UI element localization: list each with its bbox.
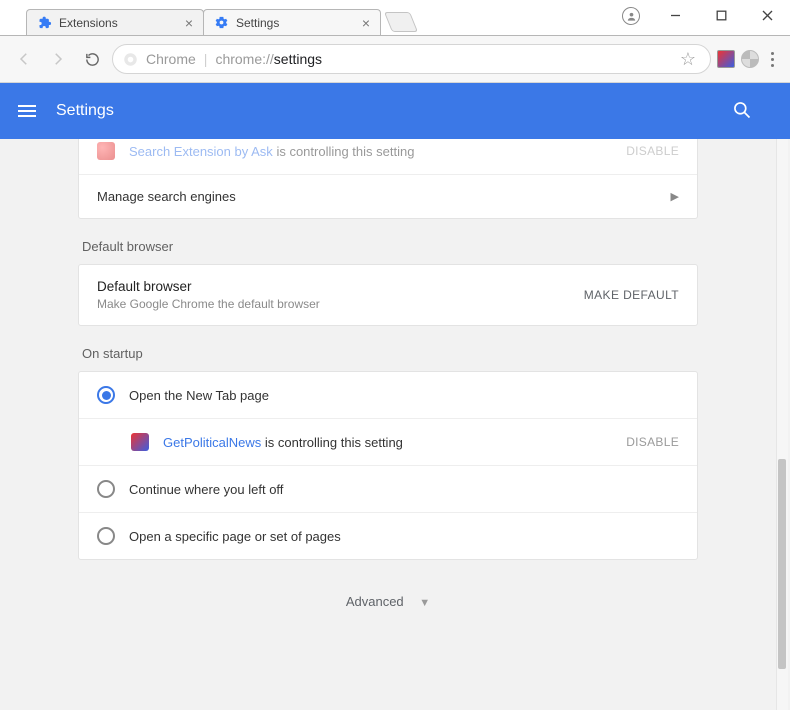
page-title: Settings bbox=[56, 102, 114, 120]
manage-search-engines-row[interactable]: Manage search engines ▶ bbox=[79, 174, 697, 218]
extension-action-icon[interactable] bbox=[717, 50, 735, 68]
puzzle-icon bbox=[37, 15, 52, 30]
new-tab-button[interactable] bbox=[384, 12, 418, 32]
settings-header: Settings bbox=[0, 83, 790, 139]
extension-icon bbox=[131, 433, 149, 451]
row-label: Manage search engines bbox=[97, 189, 236, 204]
advanced-toggle[interactable]: Advanced ▼ bbox=[78, 594, 698, 609]
controlling-extension-link[interactable]: Search Extension by Ask bbox=[129, 144, 273, 159]
window-controls bbox=[652, 0, 790, 30]
row-sub: Make Google Chrome the default browser bbox=[97, 297, 320, 311]
tab-settings[interactable]: Settings × bbox=[203, 9, 381, 35]
omnibox-prefix: chrome:// bbox=[215, 51, 273, 67]
row-title: Default browser bbox=[97, 279, 320, 294]
startup-option-continue[interactable]: Continue where you left off bbox=[79, 465, 697, 512]
scrollbar-thumb[interactable] bbox=[778, 459, 786, 669]
search-settings-button[interactable] bbox=[732, 100, 752, 123]
startup-controlling-row: GetPoliticalNews is controlling this set… bbox=[79, 418, 697, 465]
option-label: Open the New Tab page bbox=[129, 388, 269, 403]
chrome-menu-button[interactable] bbox=[765, 46, 780, 73]
profile-avatar-button[interactable] bbox=[622, 7, 640, 25]
controlling-suffix: is controlling this setting bbox=[276, 144, 414, 159]
controlling-suffix: is controlling this setting bbox=[265, 435, 403, 450]
controlling-extension-link[interactable]: GetPoliticalNews bbox=[163, 435, 261, 450]
radio-unselected[interactable] bbox=[97, 480, 115, 498]
disable-extension-button[interactable]: DISABLE bbox=[626, 144, 679, 158]
extension-action-disc-icon[interactable] bbox=[741, 50, 759, 68]
reload-button[interactable] bbox=[78, 45, 106, 73]
toolbar: Chrome | chrome://settings ☆ bbox=[0, 36, 790, 83]
radio-selected[interactable] bbox=[97, 386, 115, 404]
chevron-down-icon: ▼ bbox=[419, 597, 430, 609]
make-default-button[interactable]: MAKE DEFAULT bbox=[584, 288, 679, 302]
gear-icon bbox=[214, 15, 229, 30]
maximize-button[interactable] bbox=[698, 0, 744, 30]
advanced-label: Advanced bbox=[346, 594, 404, 609]
section-header-on-startup: On startup bbox=[82, 346, 698, 361]
close-tab-button[interactable]: × bbox=[185, 15, 193, 31]
search-engine-card: Search Extension by Ask is controlling t… bbox=[78, 139, 698, 219]
minimize-button[interactable] bbox=[652, 0, 698, 30]
default-browser-row: Default browser Make Google Chrome the d… bbox=[79, 265, 697, 325]
close-window-button[interactable] bbox=[744, 0, 790, 30]
back-button[interactable] bbox=[10, 45, 38, 73]
menu-button[interactable] bbox=[18, 105, 36, 117]
tab-label: Extensions bbox=[59, 16, 118, 30]
disable-extension-button[interactable]: DISABLE bbox=[626, 435, 679, 449]
omnibox-path: settings bbox=[274, 51, 322, 67]
startup-option-specific-pages[interactable]: Open a specific page or set of pages bbox=[79, 512, 697, 559]
omnibox-scheme-label: Chrome bbox=[146, 51, 196, 67]
tab-label: Settings bbox=[236, 16, 279, 30]
startup-option-new-tab[interactable]: Open the New Tab page bbox=[79, 372, 697, 418]
section-header-default-browser: Default browser bbox=[82, 239, 698, 254]
chevron-right-icon: ▶ bbox=[671, 190, 679, 203]
scrollbar-track[interactable] bbox=[776, 139, 788, 710]
address-bar[interactable]: Chrome | chrome://settings ☆ bbox=[112, 44, 711, 74]
extension-icon bbox=[97, 142, 115, 160]
chrome-page-icon bbox=[123, 52, 138, 67]
on-startup-card: Open the New Tab page GetPoliticalNews i… bbox=[78, 371, 698, 560]
default-browser-card: Default browser Make Google Chrome the d… bbox=[78, 264, 698, 326]
search-controlling-row: Search Extension by Ask is controlling t… bbox=[79, 139, 697, 174]
tab-extensions[interactable]: Extensions × bbox=[26, 9, 204, 35]
close-tab-button[interactable]: × bbox=[362, 15, 370, 31]
forward-button[interactable] bbox=[44, 45, 72, 73]
option-label: Open a specific page or set of pages bbox=[129, 529, 341, 544]
bookmark-star-button[interactable]: ☆ bbox=[680, 49, 696, 70]
radio-unselected[interactable] bbox=[97, 527, 115, 545]
option-label: Continue where you left off bbox=[129, 482, 283, 497]
